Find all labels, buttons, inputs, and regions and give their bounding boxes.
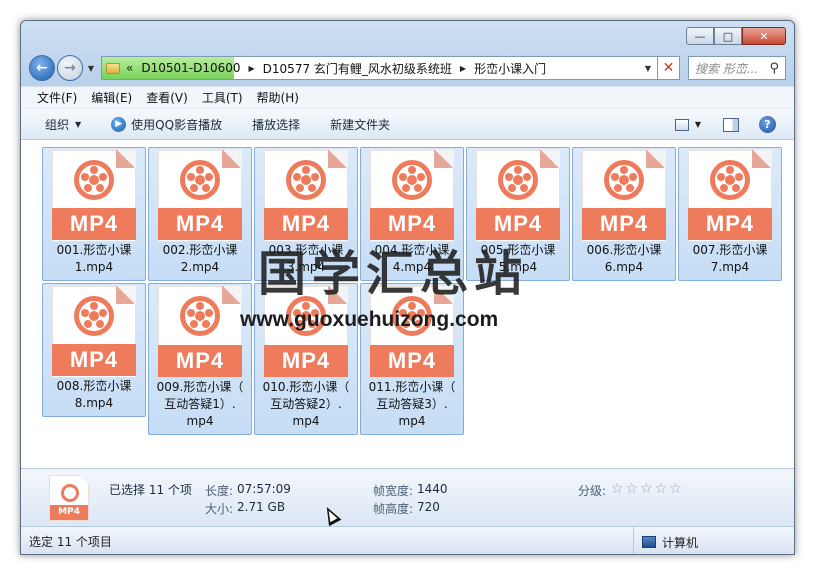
file-item[interactable]: MP4 006.形峦小课 6.mp4 (572, 147, 676, 281)
mp4-file-icon: MP4 (688, 150, 772, 242)
forward-button[interactable]: → (57, 55, 83, 81)
preview-pane-icon[interactable] (723, 117, 739, 132)
file-item[interactable]: MP4 002.形峦小课 2.mp4 (148, 147, 252, 281)
organize-button[interactable]: 组织 ▼ (45, 116, 81, 133)
status-zone-label: 计算机 (662, 535, 699, 550)
help-icon[interactable]: ? (759, 116, 776, 133)
file-item[interactable]: MP4 010.形峦小课（ 互动答疑2）. mp4 (254, 283, 358, 435)
stop-button[interactable]: ✕ (658, 56, 680, 80)
menu-help[interactable]: 帮助(H) (257, 89, 299, 106)
status-selection-text: 选定 11 个项目 (29, 535, 112, 549)
size-value: 2.71 GB (237, 500, 286, 514)
breadcrumb-item[interactable]: 形峦小课入门 (474, 60, 546, 77)
search-input[interactable]: 搜索 形峦... ⚲ (688, 56, 786, 80)
change-view-icon[interactable] (674, 118, 689, 131)
play-selection-button[interactable]: 播放选择 (252, 116, 300, 133)
frame-width-value: 1440 (417, 482, 448, 496)
rating-label: 分级: (578, 484, 607, 498)
recent-pages-dropdown[interactable]: ▼ (85, 64, 97, 73)
watermark-url: www.guoxuehuizong.com (240, 308, 499, 331)
play-with-qq-button[interactable]: ▶ 使用QQ影音播放 (111, 116, 222, 133)
file-name: 010.形峦小课（ 互动答疑2）. mp4 (262, 380, 350, 428)
new-folder-button[interactable]: 新建文件夹 (330, 116, 390, 133)
menu-tools[interactable]: 工具(T) (202, 89, 243, 106)
file-item[interactable]: MP4 008.形峦小课 8.mp4 (42, 283, 146, 417)
view-options-chevron-icon[interactable]: ▼ (695, 120, 701, 129)
breadcrumb-separator-icon[interactable]: ▶ (249, 64, 255, 73)
mp4-file-icon: MP4 (264, 150, 348, 242)
play-with-qq-label: 使用QQ影音播放 (131, 117, 223, 132)
file-name: 007.形峦小课 7.mp4 (692, 243, 768, 274)
mp4-thumbnail-icon: MP4 (49, 475, 89, 521)
status-bar: 选定 11 个项目 计算机 (21, 526, 794, 554)
file-item[interactable]: MP4 009.形峦小课（ 互动答疑1）. mp4 (148, 283, 252, 435)
watermark-title: 国学汇总站 (258, 246, 529, 302)
frame-height-label: 帧高度: (373, 502, 414, 516)
caption-buttons: — □ ✕ (686, 27, 786, 45)
frame-width-label: 帧宽度: (373, 484, 414, 498)
mp4-file-icon: MP4 (582, 150, 666, 242)
menu-view[interactable]: 查看(V) (146, 89, 188, 106)
back-arrow-icon: ← (36, 60, 48, 76)
address-dropdown-icon[interactable]: ▼ (645, 64, 651, 73)
file-name: 006.形峦小课 6.mp4 (586, 243, 662, 274)
breadcrumb-item[interactable]: D10501-D10600 (141, 61, 240, 75)
breadcrumb-overflow[interactable]: « (126, 61, 133, 75)
mp4-file-icon: MP4 (52, 286, 136, 378)
file-name: 011.形峦小课（ 互动答疑3）. mp4 (368, 380, 456, 428)
mp4-file-icon: MP4 (158, 150, 242, 242)
address-bar[interactable]: « D10501-D10600 ▶ D10577 玄门有鲤_风水初级系统班 ▶ … (101, 56, 658, 80)
selection-count: 已选择 11 个项 (109, 483, 192, 497)
length-label: 长度: (205, 484, 234, 498)
breadcrumb-item[interactable]: D10577 玄门有鲤_风水初级系统班 (263, 60, 452, 77)
close-button[interactable]: ✕ (742, 27, 786, 45)
mp4-file-icon: MP4 (158, 286, 242, 378)
mp4-file-icon: MP4 (476, 150, 560, 242)
forward-arrow-icon: → (64, 60, 76, 76)
search-icon[interactable]: ⚲ (769, 61, 779, 76)
back-button[interactable]: ← (29, 55, 55, 81)
length-value: 07:57:09 (237, 482, 291, 496)
frame-height-value: 720 (417, 500, 440, 514)
menu-edit[interactable]: 编辑(E) (91, 89, 132, 106)
breadcrumb-separator-icon[interactable]: ▶ (460, 64, 466, 73)
file-list[interactable]: MP4 001.形峦小课 1.mp4 MP4 002.形峦小课 2.mp4 MP4 … (21, 140, 794, 468)
size-label: 大小: (205, 502, 234, 516)
file-item[interactable]: MP4 011.形峦小课（ 互动答疑3）. mp4 (360, 283, 464, 435)
file-name: 008.形峦小课 8.mp4 (56, 379, 132, 410)
search-placeholder: 搜索 形峦... (695, 61, 759, 76)
maximize-button[interactable]: □ (714, 27, 742, 45)
mp4-file-icon: MP4 (370, 150, 454, 242)
file-item[interactable]: MP4 001.形峦小课 1.mp4 (42, 147, 146, 281)
address-row: ← → ▼ « D10501-D10600 ▶ D10577 玄门有鲤_风水初级… (29, 53, 786, 83)
mp4-file-icon: MP4 (52, 150, 136, 242)
minimize-button[interactable]: — (686, 27, 714, 45)
folder-icon (106, 62, 120, 74)
file-name: 001.形峦小课 1.mp4 (56, 243, 132, 274)
computer-icon (642, 536, 656, 548)
organize-label: 组织 (45, 117, 70, 132)
status-zone: 计算机 (633, 527, 699, 554)
file-item[interactable]: MP4 007.形峦小课 7.mp4 (678, 147, 782, 281)
file-name: 002.形峦小课 2.mp4 (162, 243, 238, 274)
rating-stars[interactable]: ☆☆☆☆☆ (611, 481, 684, 497)
command-bar: 组织 ▼ ▶ 使用QQ影音播放 播放选择 新建文件夹 ▼ ? (21, 108, 794, 140)
qq-player-icon: ▶ (111, 116, 127, 132)
details-pane: MP4 已选择 11 个项 长度: 07:57:09 大小: 2.71 GB 帧… (21, 468, 794, 526)
chevron-down-icon: ▼ (75, 119, 82, 129)
menu-file[interactable]: 文件(F) (37, 89, 77, 106)
file-name: 009.形峦小课（ 互动答疑1）. mp4 (156, 380, 244, 428)
menu-bar: 文件(F) 编辑(E) 查看(V) 工具(T) 帮助(H) (21, 86, 794, 108)
